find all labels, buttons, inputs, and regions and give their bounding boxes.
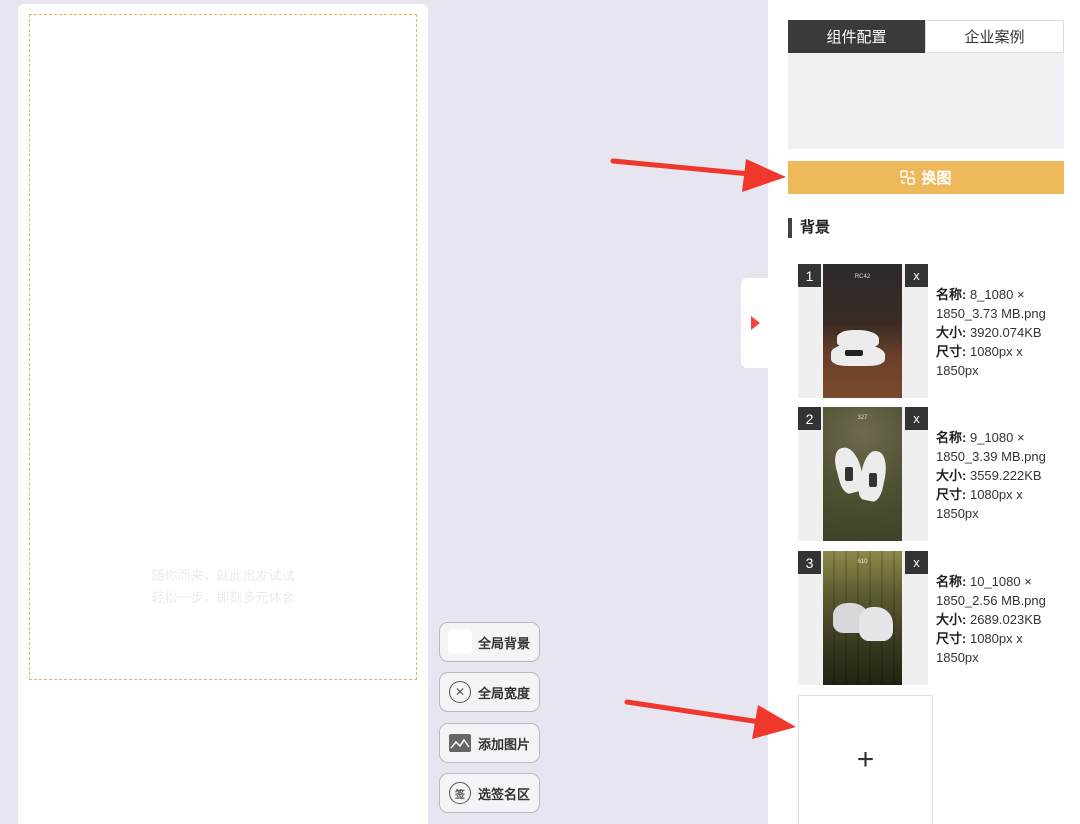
arrow-to-swap (610, 158, 786, 192)
global-background-button[interactable]: 全局背景 (439, 622, 540, 662)
item-size: 3559.222KB (969, 468, 1042, 483)
background-thumbnail: 327 (823, 407, 902, 541)
item-meta: 名称: 10_1080 × 1850_2.56 MB.png 大小: 2689.… (936, 574, 1046, 665)
thumbnail-text: RC42 (854, 274, 871, 280)
add-image-button[interactable]: 添加图片 (439, 723, 540, 763)
delete-item-button[interactable]: x (905, 264, 928, 287)
background-item[interactable]: RC42 1 x (798, 264, 928, 398)
background-thumbnail: RC42 (823, 264, 902, 398)
item-number: 2 (798, 407, 821, 430)
editor-canvas[interactable]: 随你而来，就此出发试试 轻松一步，即刻多元体会 (18, 4, 428, 824)
item-meta: 名称: 8_1080 × 1850_3.73 MB.png 大小: 3920.0… (936, 287, 1046, 378)
item-number: 3 (798, 551, 821, 574)
delete-item-button[interactable]: x (905, 407, 928, 430)
close-circle-icon: ✕ (448, 680, 472, 704)
tool-label: 全局宽度 (478, 685, 531, 701)
signature-area-button[interactable]: 签 选签名区 (439, 773, 540, 813)
tool-label: 全局背景 (478, 635, 531, 651)
tab-component-config[interactable]: 组件配置 (788, 20, 925, 53)
triangle-right-icon (750, 316, 760, 330)
preview-area (788, 53, 1064, 149)
image-icon (448, 731, 472, 755)
item-size: 3920.074KB (969, 325, 1042, 340)
global-width-button[interactable]: ✕ 全局宽度 (439, 672, 540, 712)
section-title-background: 背景 (788, 218, 830, 238)
background-thumbnail: 610 (823, 551, 902, 685)
swap-label: 换图 (921, 170, 952, 187)
config-panel: 组件配置 企业案例 换图 背景 RC42 1 x 名称: 8_1080 × 18… (768, 0, 1080, 824)
background-item[interactable]: 610 3 x (798, 551, 928, 685)
item-number: 1 (798, 264, 821, 287)
item-size: 2689.023KB (969, 612, 1042, 627)
tab-enterprise-cases[interactable]: 企业案例 (925, 20, 1064, 53)
panel-collapse-toggle[interactable] (741, 278, 769, 368)
sign-icon: 签 (448, 781, 472, 805)
panel-tabs: 组件配置 企业案例 (788, 20, 1064, 53)
placeholder-line-2: 轻松一步，即刻多元体会 (151, 590, 295, 605)
swatch-icon (448, 630, 472, 654)
item-meta: 名称: 9_1080 × 1850_3.39 MB.png 大小: 3559.2… (936, 430, 1046, 521)
canvas-placeholder: 随你而来，就此出发试试 轻松一步，即刻多元体会 (18, 565, 428, 609)
swap-icon (900, 170, 916, 185)
add-background-button[interactable]: + (798, 695, 933, 824)
background-item[interactable]: 327 2 x (798, 407, 928, 541)
tool-label: 添加图片 (478, 736, 531, 752)
placeholder-line-1: 随你而来，就此出发试试 (151, 568, 295, 583)
swap-image-button[interactable]: 换图 (788, 161, 1064, 194)
delete-item-button[interactable]: x (905, 551, 928, 574)
tool-label: 选签名区 (478, 786, 531, 802)
thumbnail-text: 327 (857, 415, 868, 421)
